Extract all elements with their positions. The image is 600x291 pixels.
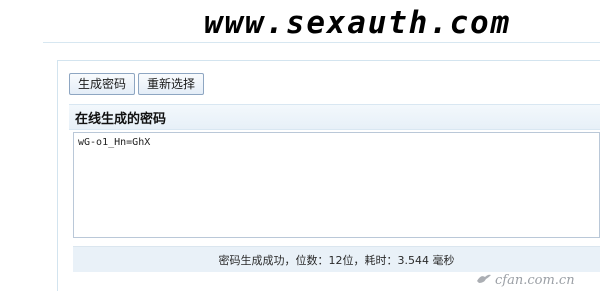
watermark: cfan.com.cn bbox=[476, 271, 598, 289]
page: www.sexauth.com 生成密码 重新选择 在线生成的密码 wG-o1_… bbox=[0, 0, 600, 291]
section-title: 在线生成的密码 bbox=[75, 111, 167, 127]
generate-password-button[interactable]: 生成密码 bbox=[69, 73, 136, 95]
password-output[interactable]: wG-o1_Hn=GhX bbox=[73, 132, 600, 238]
watermark-text: cfan.com.cn bbox=[495, 272, 575, 288]
section-header: 在线生成的密码 bbox=[69, 104, 600, 130]
site-logo-text: www.sexauth.com bbox=[204, 5, 511, 40]
status-text: 密码生成成功，位数：12位，耗时：3.544 毫秒 bbox=[218, 253, 455, 267]
status-bar: 密码生成成功，位数：12位，耗时：3.544 毫秒 bbox=[73, 246, 600, 272]
reselect-button[interactable]: 重新选择 bbox=[138, 73, 205, 95]
toolbar: 生成密码 重新选择 bbox=[69, 73, 205, 95]
site-logo: www.sexauth.com bbox=[0, 0, 600, 40]
bird-icon bbox=[476, 271, 492, 290]
